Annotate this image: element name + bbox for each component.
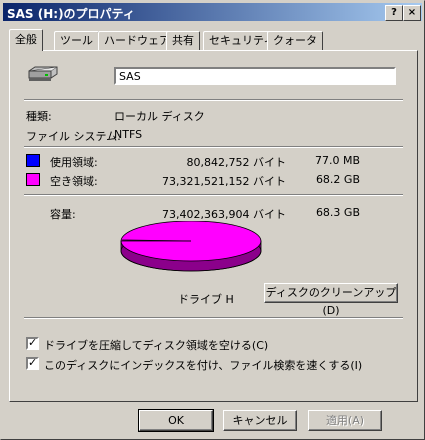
apply-button[interactable]: 適用(A): [308, 410, 382, 431]
disk-cleanup-button[interactable]: ディスクのクリーンアップ(D): [264, 283, 398, 317]
close-button[interactable]: ×: [403, 5, 421, 21]
free-space-color-swatch: [26, 173, 40, 186]
general-tab-panel: SAS 種類: ローカル ディスク ファイル システム: NTFS 使用領域: …: [9, 50, 418, 402]
tab-sharing[interactable]: 共有: [166, 31, 200, 50]
used-space-label: 使用領域:: [50, 156, 98, 169]
disk-usage-pie-chart: [120, 221, 262, 272]
separator: [24, 194, 403, 196]
capacity-size: 68.3 GB: [315, 206, 360, 219]
separator: [24, 99, 403, 101]
ok-button[interactable]: OK: [138, 409, 214, 432]
drive-label: ドライブ H: [178, 293, 234, 306]
compress-drive-checkbox[interactable]: [26, 336, 39, 350]
separator: [24, 317, 403, 319]
type-label: 種類:: [26, 110, 52, 123]
drive-name-input[interactable]: SAS: [114, 67, 396, 85]
free-space-label: 空き領域:: [50, 175, 98, 188]
hard-drive-icon: [28, 66, 58, 81]
used-space-bytes: 80,842,752 バイト: [186, 156, 286, 169]
filesystem-value: NTFS: [114, 128, 143, 141]
tab-general[interactable]: 全般: [9, 29, 43, 51]
compress-drive-label[interactable]: ドライブを圧縮してディスク領域を空ける(C): [44, 337, 268, 353]
tab-tools[interactable]: ツール: [54, 31, 99, 50]
separator: [24, 146, 403, 148]
help-button[interactable]: ?: [385, 5, 403, 21]
capacity-bytes: 73,402,363,904 バイト: [162, 208, 286, 221]
filesystem-label: ファイル システム:: [26, 130, 121, 143]
index-disk-label[interactable]: このディスクにインデックスを付け、ファイル検索を速くする(I): [44, 357, 362, 373]
window-title: SAS (H:)のプロパティ: [7, 7, 135, 21]
tab-hardware[interactable]: ハードウェア: [98, 31, 176, 50]
tab-quota[interactable]: クォータ: [267, 31, 323, 50]
cancel-button[interactable]: キャンセル: [223, 410, 297, 431]
free-space-bytes: 73,321,521,152 バイト: [162, 175, 286, 188]
free-space-size: 68.2 GB: [315, 173, 360, 186]
used-space-color-swatch: [26, 154, 40, 167]
capacity-label: 容量:: [50, 208, 76, 221]
index-disk-checkbox[interactable]: [26, 356, 39, 370]
title-bar[interactable]: SAS (H:)のプロパティ ? ×: [3, 3, 422, 21]
type-value: ローカル ディスク: [114, 110, 205, 123]
properties-window: SAS (H:)のプロパティ ? × 全般 ツール ハードウェア 共有 セキュリ…: [0, 0, 425, 440]
used-space-size: 77.0 MB: [314, 154, 360, 167]
